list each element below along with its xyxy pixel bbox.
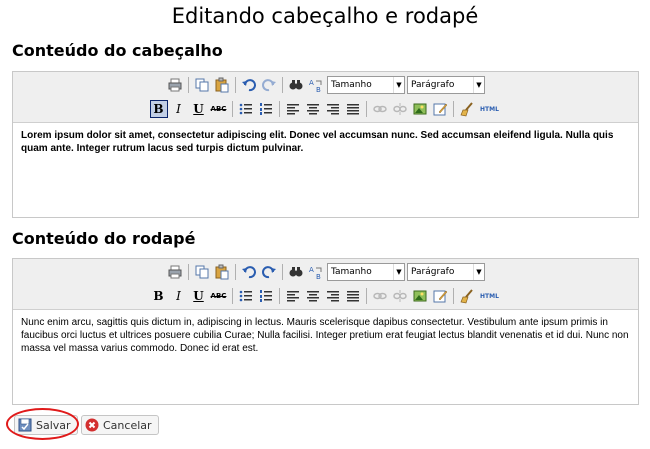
header-editor-toolbar: AB Tamanho ▼ Parágrafo ▼ B I U ABC HTML bbox=[13, 72, 638, 123]
footer-editor: AB Tamanho ▼ Parágrafo ▼ B I U ABC HTML … bbox=[12, 258, 639, 405]
align-left-icon[interactable] bbox=[284, 287, 302, 305]
print-icon[interactable] bbox=[166, 263, 184, 281]
edit-icon[interactable] bbox=[431, 287, 449, 305]
print-icon[interactable] bbox=[166, 76, 184, 94]
header-content-area[interactable]: Lorem ipsum dolor sit amet, consectetur … bbox=[13, 123, 638, 161]
svg-text:A: A bbox=[309, 266, 314, 274]
bold-icon[interactable]: B bbox=[149, 100, 168, 118]
toolbar-separator bbox=[235, 264, 236, 280]
underline-icon[interactable]: U bbox=[190, 287, 208, 305]
strikethrough-icon[interactable]: ABC bbox=[210, 287, 228, 305]
toolbar-separator bbox=[188, 264, 189, 280]
toolbar-separator bbox=[452, 101, 454, 117]
italic-icon[interactable]: I bbox=[170, 100, 188, 118]
toolbar-separator bbox=[365, 101, 367, 117]
copy-icon[interactable] bbox=[193, 263, 211, 281]
align-justify-icon[interactable] bbox=[344, 287, 362, 305]
copy-icon[interactable] bbox=[193, 76, 211, 94]
cleanup-icon[interactable] bbox=[458, 287, 476, 305]
bold-icon[interactable]: B bbox=[150, 287, 168, 305]
font-size-select[interactable]: Tamanho ▼ bbox=[327, 76, 405, 94]
footer-editor-toolbar: AB Tamanho ▼ Parágrafo ▼ B I U ABC HTML bbox=[13, 259, 638, 310]
chevron-down-icon: ▼ bbox=[393, 77, 404, 93]
underline-icon[interactable]: U bbox=[190, 100, 208, 118]
page-title: Editando cabeçalho e rodapé bbox=[171, 4, 479, 28]
replace-icon[interactable]: AB bbox=[307, 76, 325, 94]
edit-icon[interactable] bbox=[431, 100, 449, 118]
toolbar-separator bbox=[282, 77, 283, 93]
redo-icon[interactable] bbox=[260, 76, 278, 94]
link-icon[interactable] bbox=[371, 287, 389, 305]
toolbar-separator bbox=[235, 77, 236, 93]
italic-icon[interactable]: I bbox=[170, 287, 188, 305]
font-size-select[interactable]: Tamanho ▼ bbox=[327, 263, 405, 281]
numbered-list-icon[interactable] bbox=[257, 287, 275, 305]
cancel-button-label: Cancelar bbox=[103, 418, 152, 432]
toolbar-separator bbox=[188, 77, 189, 93]
link-icon[interactable] bbox=[371, 100, 389, 118]
footer-content-area[interactable]: Nunc enim arcu, sagittis quis dictum in,… bbox=[13, 310, 638, 361]
footer-section-title: Conteúdo do rodapé bbox=[12, 229, 196, 248]
align-left-icon[interactable] bbox=[284, 100, 302, 118]
align-center-icon[interactable] bbox=[304, 100, 322, 118]
undo-icon[interactable] bbox=[240, 263, 258, 281]
bullet-list-icon[interactable] bbox=[237, 287, 255, 305]
html-icon[interactable]: HTML bbox=[478, 100, 502, 118]
find-icon[interactable] bbox=[287, 263, 305, 281]
svg-text:A: A bbox=[309, 79, 314, 87]
toolbar-separator bbox=[231, 288, 233, 304]
toolbar-separator bbox=[365, 288, 367, 304]
toolbar-separator bbox=[452, 288, 454, 304]
align-right-icon[interactable] bbox=[324, 100, 342, 118]
paste-icon[interactable] bbox=[213, 263, 231, 281]
svg-text:B: B bbox=[316, 86, 321, 93]
chevron-down-icon: ▼ bbox=[393, 264, 404, 280]
cleanup-icon[interactable] bbox=[458, 100, 476, 118]
image-icon[interactable] bbox=[411, 287, 429, 305]
paste-icon[interactable] bbox=[213, 76, 231, 94]
header-editor: AB Tamanho ▼ Parágrafo ▼ B I U ABC HTML … bbox=[12, 71, 639, 218]
bullet-list-icon[interactable] bbox=[237, 100, 255, 118]
cancel-icon bbox=[84, 418, 99, 433]
html-icon[interactable]: HTML bbox=[478, 287, 502, 305]
save-button-label: Salvar bbox=[36, 418, 71, 432]
unlink-icon[interactable] bbox=[391, 100, 409, 118]
header-section-title: Conteúdo do cabeçalho bbox=[12, 41, 223, 60]
replace-icon[interactable]: AB bbox=[307, 263, 325, 281]
strikethrough-icon[interactable]: ABC bbox=[210, 100, 228, 118]
cancel-button[interactable]: Cancelar bbox=[81, 415, 159, 435]
chevron-down-icon: ▼ bbox=[473, 77, 484, 93]
toolbar-separator bbox=[282, 264, 283, 280]
redo-icon[interactable] bbox=[260, 263, 278, 281]
svg-text:B: B bbox=[316, 273, 321, 280]
toolbar-separator bbox=[231, 101, 233, 117]
save-icon bbox=[17, 418, 32, 433]
chevron-down-icon: ▼ bbox=[473, 264, 484, 280]
toolbar-separator bbox=[278, 288, 280, 304]
image-icon[interactable] bbox=[411, 100, 429, 118]
align-center-icon[interactable] bbox=[304, 287, 322, 305]
align-right-icon[interactable] bbox=[324, 287, 342, 305]
save-button[interactable]: Salvar bbox=[14, 415, 78, 435]
numbered-list-icon[interactable] bbox=[257, 100, 275, 118]
align-justify-icon[interactable] bbox=[344, 100, 362, 118]
find-icon[interactable] bbox=[287, 76, 305, 94]
format-select[interactable]: Parágrafo ▼ bbox=[407, 263, 485, 281]
toolbar-separator bbox=[278, 101, 280, 117]
format-select[interactable]: Parágrafo ▼ bbox=[407, 76, 485, 94]
unlink-icon[interactable] bbox=[391, 287, 409, 305]
undo-icon[interactable] bbox=[240, 76, 258, 94]
